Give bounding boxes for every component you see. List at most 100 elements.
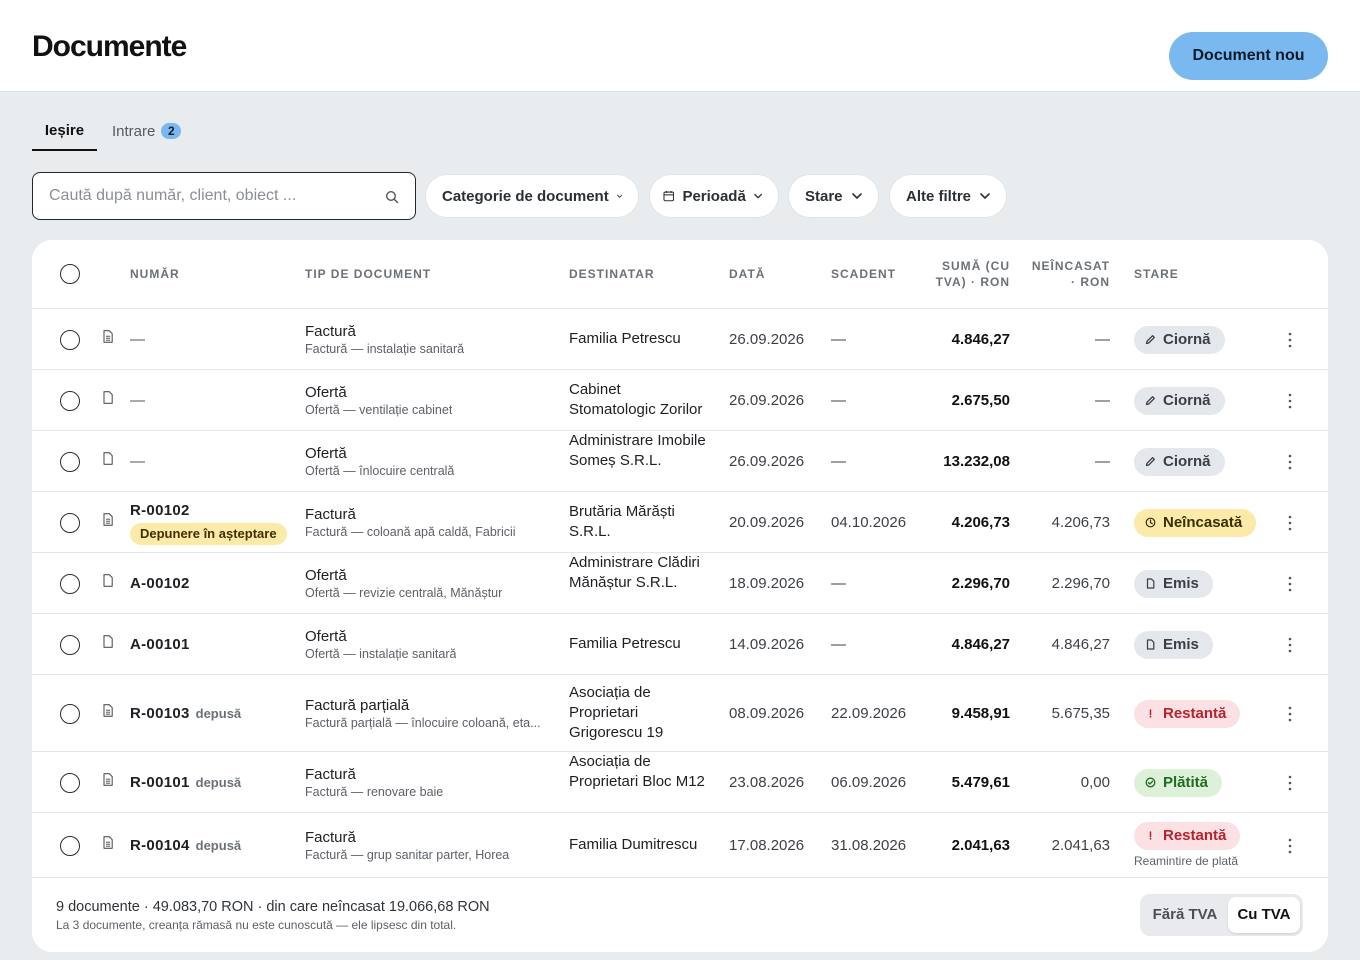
filter-state[interactable]: Stare	[788, 174, 879, 218]
footer-summary: 9 documente · 49.083,70 RON · din care n…	[56, 899, 490, 915]
row-menu-icon[interactable]	[1282, 575, 1298, 593]
due-date: —	[831, 330, 846, 348]
table-row[interactable]: A-00101 Ofertă Ofertă — instalație sanitar…	[32, 614, 1328, 675]
row-checkbox[interactable]	[60, 390, 80, 411]
unpaid-amount: 2.041,63	[1051, 836, 1110, 854]
unpaid-amount: 0,00	[1080, 773, 1110, 791]
document-date: 17.08.2026	[729, 836, 805, 854]
column-header-due[interactable]: SCADENT	[831, 266, 896, 282]
document-type: Ofertă	[305, 383, 347, 401]
tab-incoming[interactable]: Intrare 2	[112, 112, 182, 151]
row-menu-icon[interactable]	[1282, 837, 1298, 855]
document-number[interactable]: —	[130, 453, 145, 470]
column-header-number[interactable]: NUMĂR	[130, 266, 180, 282]
document-type: Ofertă	[305, 566, 347, 584]
row-menu-icon[interactable]	[1282, 705, 1298, 723]
search-input[interactable]	[49, 185, 379, 207]
table-row[interactable]: R-00101 depusă Factură Factură — renovare b…	[32, 752, 1328, 813]
total-amount: 2.675,50	[951, 391, 1010, 409]
table-row[interactable]: — Ofertă Ofertă — înlocuire centrală Admini…	[32, 431, 1328, 492]
row-menu-icon[interactable]	[1282, 331, 1298, 349]
filter-more[interactable]: Alte filtre	[889, 174, 1007, 218]
document-number[interactable]: —	[130, 331, 145, 348]
table-row[interactable]: A-00102 Ofertă Ofertă — revizie centrală, …	[32, 553, 1328, 614]
document-number[interactable]: A-00102	[130, 575, 190, 592]
row-checkbox[interactable]	[60, 703, 80, 724]
footer-note: La 3 documente, creanța rămasă nu este c…	[56, 918, 457, 932]
document-date: 26.09.2026	[729, 452, 805, 470]
filter-period[interactable]: Perioadă	[649, 174, 779, 218]
vat-toggle-with-vat[interactable]: Cu TVA	[1228, 897, 1300, 933]
row-menu-icon[interactable]	[1282, 514, 1298, 532]
column-header-status[interactable]: STARE	[1134, 266, 1179, 282]
due-date: —	[831, 635, 846, 653]
status-badge: Emis	[1134, 630, 1213, 659]
row-menu-icon[interactable]	[1282, 453, 1298, 471]
status-badge: Ciornă	[1134, 447, 1225, 476]
filter-more-label: Alte filtre	[906, 187, 972, 205]
vat-toggle-without-vat[interactable]: Fără TVA	[1143, 897, 1227, 933]
document-number[interactable]: A-00101	[130, 636, 190, 653]
table-row[interactable]: — Ofertă Ofertă — ventilație cabinet Cabine…	[32, 370, 1328, 431]
unpaid-amount: 5.675,35	[1051, 704, 1110, 722]
exclamation-icon	[1149, 831, 1152, 840]
total-amount: 5.479,61	[951, 773, 1010, 791]
status-label: Neîncasată	[1163, 514, 1243, 531]
row-checkbox[interactable]	[60, 772, 80, 793]
search-box	[32, 172, 416, 220]
select-all-checkbox[interactable]	[60, 264, 80, 284]
column-header-recipient[interactable]: DESTINATAR	[569, 266, 655, 282]
document-date: 08.09.2026	[729, 704, 805, 722]
table-row[interactable]: R-00102 Depunere în așteptare Factură Factu…	[32, 492, 1328, 553]
document-subtitle: Factură — grup sanitar parter, Horea	[305, 847, 510, 862]
search-icon[interactable]	[385, 190, 399, 204]
row-checkbox[interactable]	[60, 573, 80, 594]
status-badge: Restantă	[1134, 699, 1241, 728]
status-label: Ciornă	[1163, 392, 1211, 409]
document-date: 26.09.2026	[729, 330, 805, 348]
document-number[interactable]: R-00103 depusă	[130, 705, 241, 722]
table-row[interactable]: R-00103 depusă Factură parțială Factură par…	[32, 675, 1328, 752]
documents-table-card: NUMĂR TIP DE DOCUMENT DESTINATAR DATĂ SC…	[32, 240, 1328, 952]
new-document-button[interactable]: Document nou	[1169, 32, 1328, 80]
column-header-sum[interactable]: SUMĂ (CU TVA) · RON	[936, 258, 1010, 290]
recipient: Familia Dumitrescu	[569, 835, 698, 853]
table-row[interactable]: R-00104 depusă Factură Factură — grup sanit…	[32, 813, 1328, 878]
document-number-value: R-00101	[130, 773, 190, 791]
column-header-type[interactable]: TIP DE DOCUMENT	[305, 266, 431, 282]
recipient: Brutăria Mărăști S.R.L.	[569, 502, 675, 540]
row-checkbox[interactable]	[60, 512, 80, 533]
column-header-unpaid[interactable]: NEÎNCASAT · RON	[1032, 258, 1110, 290]
status-badge: Ciornă	[1134, 386, 1225, 415]
row-checkbox[interactable]	[60, 329, 80, 350]
pencil-icon	[1145, 335, 1155, 345]
recipient: Familia Petrescu	[569, 329, 681, 347]
unpaid-amount: 4.846,27	[1051, 635, 1110, 653]
row-menu-icon[interactable]	[1282, 636, 1298, 654]
document-number-value: —	[130, 391, 146, 409]
document-number-value: —	[130, 330, 146, 348]
document-type: Ofertă	[305, 627, 347, 645]
column-header-sum-line2: TVA) · RON	[935, 275, 1010, 289]
document-number[interactable]: R-00101 depusă	[130, 774, 241, 791]
document-number[interactable]: R-00104 depusă	[130, 837, 241, 854]
row-checkbox[interactable]	[60, 835, 80, 856]
status-badge: Plătită	[1134, 768, 1223, 797]
document-date: 26.09.2026	[729, 391, 805, 409]
row-checkbox[interactable]	[60, 634, 80, 655]
row-menu-icon[interactable]	[1282, 774, 1298, 792]
column-header-date[interactable]: DATĂ	[729, 266, 765, 282]
document-number[interactable]: R-00102	[130, 502, 190, 519]
row-checkbox[interactable]	[60, 451, 80, 472]
row-menu-icon[interactable]	[1282, 392, 1298, 410]
document-number[interactable]: —	[130, 392, 145, 409]
due-date: 06.09.2026	[831, 773, 907, 791]
tab-outgoing[interactable]: Ieșire	[32, 112, 97, 151]
due-date: 22.09.2026	[831, 704, 907, 722]
table-row[interactable]: — Factură Factură — instalație sanitară Fam…	[32, 309, 1328, 370]
document-type: Factură	[305, 505, 356, 523]
invoice-icon	[103, 512, 113, 526]
filter-document-category[interactable]: Categorie de document	[425, 174, 639, 218]
unpaid-amount: 2.296,70	[1051, 574, 1110, 592]
status-label: Restantă	[1163, 705, 1227, 722]
